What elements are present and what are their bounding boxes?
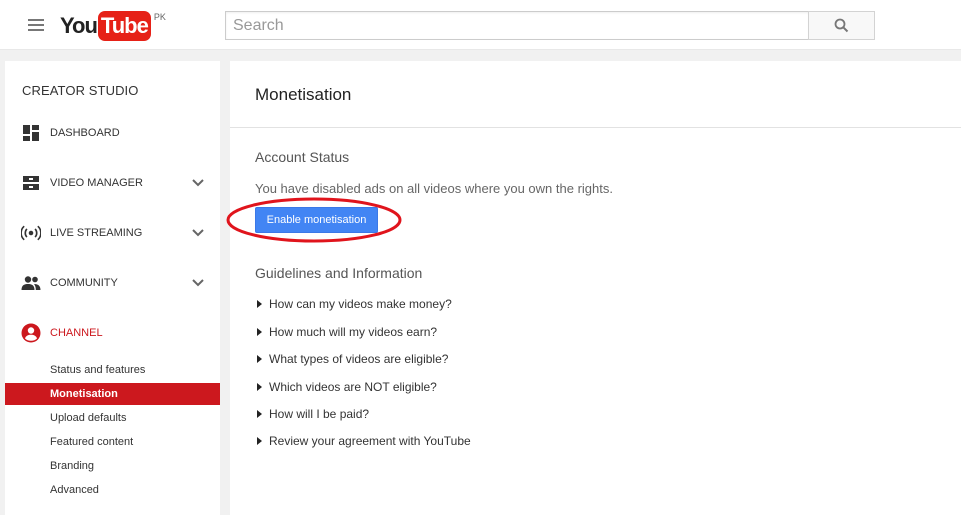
subitem-label: Status and features (50, 364, 146, 376)
guideline-item[interactable]: How will I be paid? (257, 406, 369, 422)
guideline-label: How will I be paid? (269, 407, 370, 421)
expand-triangle-icon (257, 410, 262, 418)
expand-triangle-icon (257, 437, 262, 445)
chevron-down-icon[interactable] (192, 178, 204, 188)
video-manager-icon (21, 173, 41, 193)
page-header: Monetisation (230, 61, 961, 128)
menu-icon[interactable] (28, 19, 44, 31)
sidebar-title: CREATOR STUDIO (22, 83, 139, 98)
guideline-item[interactable]: Review your agreement with YouTube (257, 433, 471, 449)
logo-you-text: You (60, 13, 98, 38)
channel-subitem-advanced[interactable]: Advanced (5, 479, 220, 501)
logo-tube-text: Tube (97, 11, 151, 41)
subitem-label: Advanced (50, 484, 99, 496)
page-title: Monetisation (255, 85, 352, 104)
expand-triangle-icon (257, 328, 262, 336)
chevron-down-icon[interactable] (192, 278, 204, 288)
expand-triangle-icon (257, 355, 262, 363)
search-bar (225, 11, 875, 40)
channel-subitem-featured-content[interactable]: Featured content (5, 431, 220, 453)
channel-subitem-monetisation[interactable]: Monetisation (5, 383, 220, 405)
logo-country-code: PK (153, 12, 166, 22)
subitem-label: Upload defaults (50, 412, 127, 424)
expand-triangle-icon (257, 300, 262, 308)
sidebar-item-label: CHANNEL (50, 327, 103, 339)
guidelines-heading: Guidelines and Information (255, 265, 423, 281)
guideline-item[interactable]: What types of videos are eligible? (257, 351, 448, 367)
sidebar-item-label: DASHBOARD (50, 127, 120, 139)
account-status-text: You have disabled ads on all videos wher… (255, 181, 613, 196)
sidebar-item-label: COMMUNITY (50, 277, 118, 289)
monetisation-panel: Monetisation Account Status You have dis… (226, 61, 961, 515)
dashboard-icon (21, 123, 41, 143)
community-icon (21, 273, 41, 293)
channel-subitem-branding[interactable]: Branding (5, 455, 220, 477)
live-streaming-icon (21, 223, 41, 243)
enable-monetisation-button[interactable]: Enable monetisation (255, 207, 378, 233)
creator-studio-sidebar: CREATOR STUDIO DASHBOARD VIDEO MANAGER L… (5, 61, 220, 515)
subitem-label: Branding (50, 460, 95, 472)
search-button[interactable] (808, 11, 875, 40)
sidebar-item-label: VIDEO MANAGER (50, 177, 143, 189)
sidebar-item-label: LIVE STREAMING (50, 227, 143, 239)
search-input[interactable] (225, 11, 809, 40)
sidebar-item-live-streaming[interactable]: LIVE STREAMING (5, 218, 220, 248)
guideline-item[interactable]: Which videos are NOT eligible? (257, 379, 437, 395)
subitem-label: Featured content (50, 436, 134, 448)
channel-subitem-status-and-features[interactable]: Status and features (5, 359, 220, 381)
channel-icon (21, 323, 41, 343)
guideline-label: Review your agreement with YouTube (269, 434, 471, 448)
account-status-heading: Account Status (255, 149, 350, 165)
search-icon (834, 18, 849, 33)
youtube-logo[interactable]: You Tube PK (60, 11, 166, 41)
expand-triangle-icon (257, 383, 262, 391)
sidebar-item-video-manager[interactable]: VIDEO MANAGER (5, 168, 220, 198)
sidebar-item-community[interactable]: COMMUNITY (5, 268, 220, 298)
subitem-label: Monetisation (50, 388, 118, 400)
guideline-label: What types of videos are eligible? (269, 352, 449, 366)
top-header: You Tube PK (0, 0, 961, 50)
guideline-label: Which videos are NOT eligible? (269, 380, 437, 394)
sidebar-item-channel[interactable]: CHANNEL (5, 318, 220, 348)
sidebar-item-dashboard[interactable]: DASHBOARD (5, 118, 220, 148)
chevron-down-icon[interactable] (192, 228, 204, 238)
guideline-label: How much will my videos earn? (269, 325, 438, 339)
channel-subitem-upload-defaults[interactable]: Upload defaults (5, 407, 220, 429)
guideline-item[interactable]: How can my videos make money? (257, 296, 452, 312)
guideline-label: How can my videos make money? (269, 297, 452, 311)
guideline-item[interactable]: How much will my videos earn? (257, 324, 437, 340)
